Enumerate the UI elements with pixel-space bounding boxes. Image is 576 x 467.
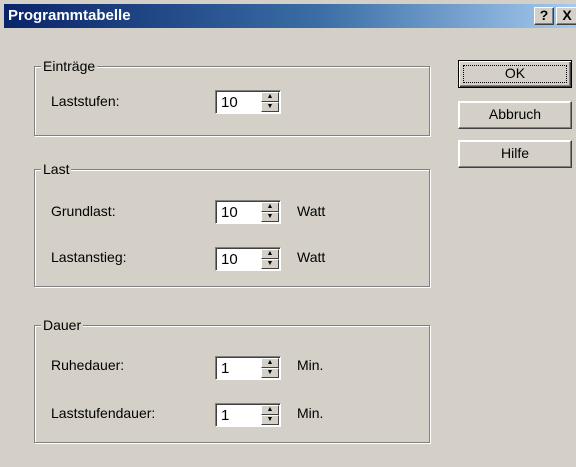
lastanstieg-unit: Watt xyxy=(297,249,326,265)
grundlast-spinbox[interactable]: 10 ▲ ▼ xyxy=(215,200,281,224)
question-mark-icon: ? xyxy=(539,7,549,23)
lastanstieg-label: Lastanstieg: xyxy=(51,249,127,265)
laststufendauer-value[interactable]: 1 xyxy=(221,407,229,424)
lastanstieg-spin-buttons: ▲ ▼ xyxy=(261,249,279,269)
ok-button[interactable]: OK xyxy=(458,60,572,88)
programmtabelle-dialog: Programmtabelle ? X Einträge Laststufen:… xyxy=(0,0,576,467)
laststufen-label: Laststufen: xyxy=(51,93,120,109)
group-last: Last Grundlast: 10 ▲ ▼ Watt Lastanstieg:… xyxy=(34,161,430,287)
help-button-label: Hilfe xyxy=(500,145,529,161)
grundlast-unit: Watt xyxy=(297,203,326,219)
lastanstieg-value[interactable]: 10 xyxy=(221,251,238,268)
laststufen-value[interactable]: 10 xyxy=(221,94,238,111)
laststufendauer-spin-buttons: ▲ ▼ xyxy=(261,405,279,425)
close-caption-button[interactable]: X xyxy=(556,7,576,25)
help-button[interactable]: Hilfe xyxy=(458,140,572,168)
grundlast-label: Grundlast: xyxy=(51,203,116,219)
cancel-button-label: Abbruch xyxy=(488,106,542,122)
ruhedauer-unit: Min. xyxy=(297,357,324,373)
grundlast-value[interactable]: 10 xyxy=(221,204,238,221)
ruhedauer-value[interactable]: 1 xyxy=(221,360,229,377)
lastanstieg-spinbox[interactable]: 10 ▲ ▼ xyxy=(215,247,281,271)
group-eintraege: Einträge Laststufen: 10 ▲ ▼ xyxy=(34,58,430,136)
group-eintraege-title: Einträge xyxy=(41,58,98,74)
laststufendauer-spinbox[interactable]: 1 ▲ ▼ xyxy=(215,403,281,427)
laststufendauer-unit: Min. xyxy=(297,405,324,421)
spin-up-arrow-icon[interactable]: ▲ xyxy=(261,405,279,415)
help-caption-button[interactable]: ? xyxy=(534,7,554,25)
ok-button-label: OK xyxy=(504,65,526,81)
window-title: Programmtabelle xyxy=(8,7,131,24)
spin-down-arrow-icon[interactable]: ▼ xyxy=(261,212,279,222)
laststufen-spinbox[interactable]: 10 ▲ ▼ xyxy=(215,90,281,114)
spin-up-arrow-icon[interactable]: ▲ xyxy=(261,358,279,368)
spin-down-arrow-icon[interactable]: ▼ xyxy=(261,259,279,269)
spin-down-arrow-icon[interactable]: ▼ xyxy=(261,102,279,112)
ruhedauer-spinbox[interactable]: 1 ▲ ▼ xyxy=(215,356,281,380)
close-icon: X xyxy=(562,7,572,23)
ruhedauer-spin-buttons: ▲ ▼ xyxy=(261,358,279,378)
ruhedauer-label: Ruhedauer: xyxy=(51,357,125,373)
title-bar[interactable]: Programmtabelle ? X xyxy=(4,4,576,28)
laststufendauer-label: Laststufendauer: xyxy=(51,405,156,421)
spin-down-arrow-icon[interactable]: ▼ xyxy=(261,415,279,425)
laststufen-spin-buttons: ▲ ▼ xyxy=(261,92,279,112)
spin-up-arrow-icon[interactable]: ▲ xyxy=(261,202,279,212)
spin-up-arrow-icon[interactable]: ▲ xyxy=(261,249,279,259)
group-last-title: Last xyxy=(41,161,72,177)
spin-up-arrow-icon[interactable]: ▲ xyxy=(261,92,279,102)
spin-down-arrow-icon[interactable]: ▼ xyxy=(261,368,279,378)
grundlast-spin-buttons: ▲ ▼ xyxy=(261,202,279,222)
group-dauer-title: Dauer xyxy=(41,317,84,333)
cancel-button[interactable]: Abbruch xyxy=(458,101,572,129)
group-dauer: Dauer Ruhedauer: 1 ▲ ▼ Min. Laststufenda… xyxy=(34,317,430,443)
